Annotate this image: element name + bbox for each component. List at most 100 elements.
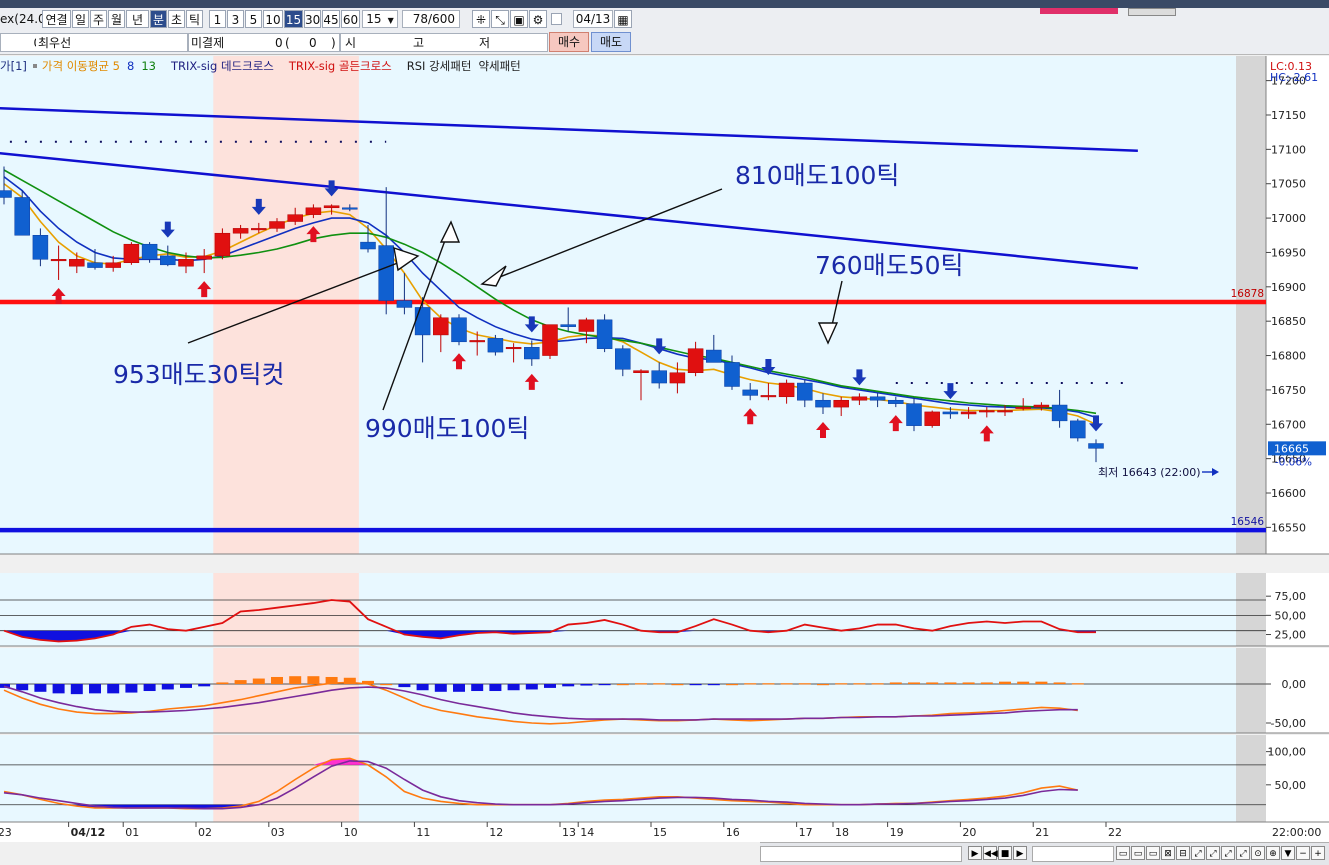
legend-item-5: RSI 강세패턴 — [406, 59, 472, 73]
oi-paren-open: ( — [285, 36, 290, 50]
candle-body-58 — [1051, 404, 1068, 422]
x-tick-label-6: 11 — [416, 826, 430, 839]
macd-bar-41 — [744, 683, 757, 685]
zoom-out-icon[interactable]: − — [1296, 846, 1310, 860]
interval-button-10[interactable]: 10 — [263, 10, 283, 28]
sell-button[interactable]: 매도 — [591, 32, 631, 52]
oi-paren-close: ) — [331, 36, 336, 50]
chart-scroll-bar: ▶ ◀◀ ■ ▶ ▭ ▭ ▭ ⊠ ⊟ ⤢ ⤢ ⤢ ⤢ ⊙ ⊕ ▼ − + — [760, 842, 1329, 865]
panel0-tick-label-2: 25,00 — [1275, 629, 1307, 642]
x-tick-label-13: 18 — [835, 826, 849, 839]
period-button-4[interactable]: 년 — [126, 10, 149, 28]
x-tick-label-3: 02 — [198, 826, 212, 839]
x-tick-label-5: 10 — [344, 826, 358, 839]
chart-icon-10[interactable]: ⊙ — [1251, 846, 1265, 860]
candle-body-32 — [578, 319, 595, 332]
chart-icon-1[interactable]: ▭ — [1116, 846, 1130, 860]
macd-bar-59 — [1071, 683, 1084, 685]
x-tick-label-16: 21 — [1035, 826, 1049, 839]
macd-bar-44 — [798, 683, 811, 685]
open-label: 시 — [345, 36, 357, 50]
crosshair-icon[interactable]: ⁜ — [472, 10, 490, 28]
period-button-5[interactable]: 분 — [150, 10, 167, 28]
scroll-down-icon[interactable]: ▼ — [1281, 846, 1295, 860]
y-tick-label-8: 16800 — [1271, 350, 1306, 363]
zoom-in-icon[interactable]: ⊕ — [1266, 846, 1280, 860]
chart-icon-2[interactable]: ▭ — [1131, 846, 1145, 860]
gear-icon[interactable]: ⚙ — [529, 10, 547, 28]
candle-body-23 — [414, 307, 431, 336]
candle-body-21 — [378, 245, 394, 301]
chart-icon-5[interactable]: ⊟ — [1176, 846, 1190, 860]
time-label: 22:00:00 — [1272, 826, 1321, 839]
rewind-icon[interactable]: ◀◀ — [983, 846, 998, 860]
chart-icon-7[interactable]: ⤢ — [1206, 846, 1220, 860]
chart-icon-8[interactable]: ⤢ — [1221, 846, 1235, 860]
interval-button-5[interactable]: 5 — [245, 10, 262, 28]
zoom-icon[interactable]: ⤡ — [491, 10, 509, 28]
macd-bar-32 — [580, 684, 593, 686]
play-icon[interactable]: ▶ — [1013, 846, 1027, 860]
interval-button-3[interactable]: 3 — [227, 10, 244, 28]
annotation-text-2: 953매도30틱컷 — [113, 360, 285, 389]
calendar-icon[interactable]: ▦ — [614, 10, 632, 28]
low-label: 저 — [479, 36, 491, 50]
panel0-tick-label-1: 50,00 — [1275, 609, 1307, 622]
chart-icon-6[interactable]: ⤢ — [1191, 846, 1205, 860]
candle-body-18 — [323, 205, 340, 209]
interval-button-45[interactable]: 45 — [322, 10, 340, 28]
candle-body-27 — [487, 338, 504, 353]
period-button-7[interactable]: 틱 — [186, 10, 203, 28]
interval-button-1[interactable]: 1 — [209, 10, 226, 28]
interval-button-15[interactable]: 15 — [284, 10, 303, 28]
chart-icon-9[interactable]: ⤢ — [1236, 846, 1250, 860]
count-input[interactable]: 78/600 — [402, 10, 460, 28]
x-tick-label-17: 22 — [1108, 826, 1122, 839]
panel-bg-2 — [0, 648, 1236, 733]
macd-bar-55 — [999, 681, 1011, 684]
period-button-1[interactable]: 일 — [72, 10, 89, 28]
interval-button-60[interactable]: 60 — [341, 10, 360, 28]
zoom-slider[interactable] — [1032, 846, 1114, 862]
quote-row: 0% ) 최우선 미결제 0 ( 0 ) 시 고 저 매수 매도 — [0, 32, 1329, 55]
x-tick-label-0: 23 — [0, 826, 12, 839]
period-button-2[interactable]: 주 — [90, 10, 107, 28]
macd-bar-31 — [562, 684, 575, 687]
interval-select-value: 15 — [366, 12, 382, 26]
date-checkbox[interactable] — [551, 13, 562, 25]
x-tick-label-15: 20 — [962, 826, 976, 839]
panel1-tick-label-0: 0,00 — [1282, 678, 1307, 691]
stop-icon[interactable]: ■ — [998, 846, 1012, 860]
candle-body-44 — [797, 382, 813, 401]
add-icon[interactable]: + — [1311, 846, 1325, 860]
interval-select[interactable]: 15 ▼ — [362, 10, 398, 28]
buy-button[interactable]: 매수 — [549, 32, 589, 52]
legend-item-0: 가격 이동평균 5 — [41, 59, 120, 73]
candle-body-10 — [178, 259, 194, 267]
save-icon[interactable]: ▣ — [510, 10, 528, 28]
count-value: 78 — [412, 12, 429, 26]
candle-body-41 — [742, 389, 758, 396]
period-button-0[interactable]: 연결 — [42, 10, 71, 28]
candle-body-34 — [615, 348, 631, 370]
date-input[interactable]: 04/13 — [573, 10, 613, 28]
x-tick-label-1: 04/12 — [71, 826, 106, 839]
legend-item-4: TRIX-sig 골든크로스 — [288, 59, 392, 73]
candle-body-25 — [451, 317, 467, 343]
chart-icon-4[interactable]: ⊠ — [1161, 846, 1175, 860]
interval-button-30[interactable]: 30 — [304, 10, 321, 28]
macd-bar-23 — [416, 684, 429, 691]
panel1-tick-label-1: -50,00 — [1271, 717, 1306, 730]
macd-bar-54 — [980, 682, 993, 684]
price-chart[interactable]: 1720017150171001705017000169501690016850… — [0, 56, 1329, 842]
macd-bar-26 — [471, 684, 484, 692]
candle-body-16 — [287, 214, 303, 222]
scroll-track[interactable] — [760, 846, 962, 862]
chart-icon-3[interactable]: ▭ — [1146, 846, 1160, 860]
candle-body-2 — [32, 235, 49, 260]
annotation-text-3: 990매도100틱 — [365, 414, 529, 443]
period-button-6[interactable]: 초 — [168, 10, 185, 28]
period-button-3[interactable]: 월 — [108, 10, 125, 28]
macd-bar-6 — [107, 684, 120, 694]
scroll-right-icon[interactable]: ▶ — [968, 846, 982, 860]
